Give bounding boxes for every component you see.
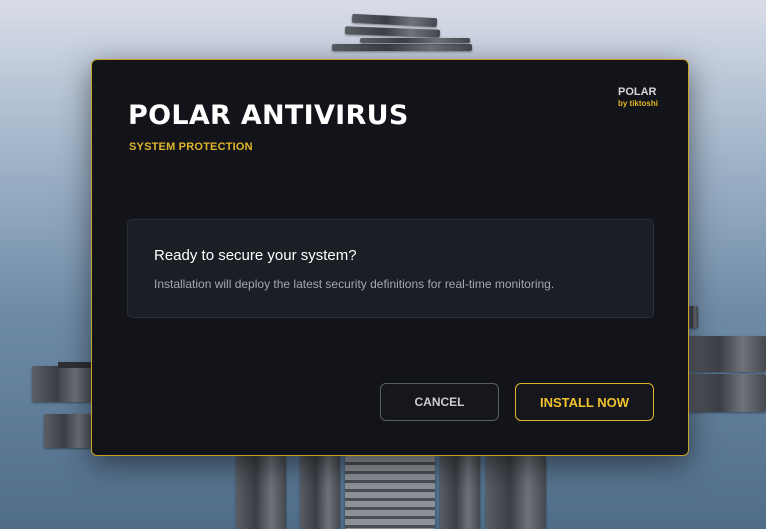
app-subtitle: SYSTEM PROTECTION [129, 141, 253, 153]
brand-name: POLAR [617, 86, 657, 98]
info-description: Installation will deploy the latest secu… [154, 277, 555, 291]
install-dialog: POLAR ANTIVIRUS SYSTEM PROTECTION POLAR … [91, 59, 689, 456]
cancel-button[interactable]: CANCEL [380, 383, 499, 421]
brand-author: by tiktoshi [617, 99, 658, 108]
app-title: POLAR ANTIVIRUS [128, 100, 409, 131]
install-now-button[interactable]: INSTALL NOW [515, 383, 654, 421]
info-panel: Ready to secure your system? Installatio… [127, 219, 654, 318]
brand-logo: POLAR by tiktoshi [618, 86, 658, 109]
info-heading: Ready to secure your system? [154, 247, 357, 264]
